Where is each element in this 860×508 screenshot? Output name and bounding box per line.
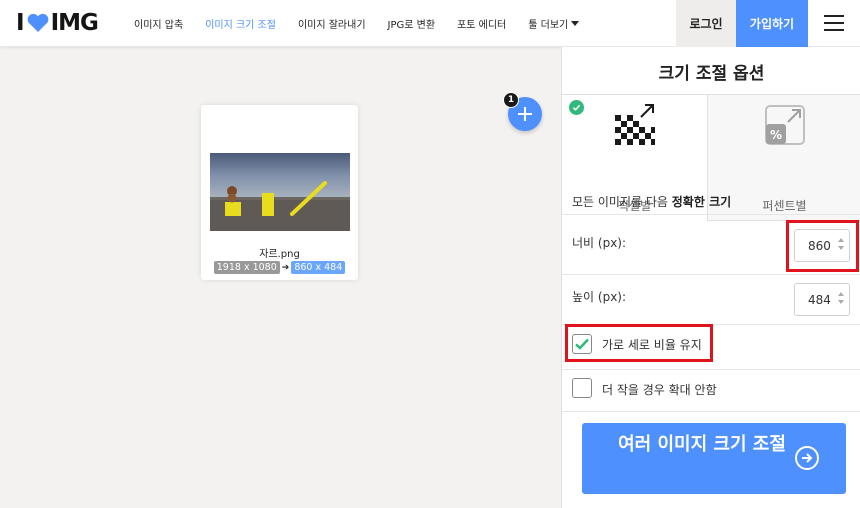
- divider: [562, 411, 860, 412]
- main-nav: 이미지 압축 이미지 크기 조절 이미지 잘라내기 JPG로 변환 포토 에디터…: [134, 0, 601, 47]
- height-input[interactable]: 484: [794, 283, 850, 316]
- nav-resize[interactable]: 이미지 크기 조절: [205, 16, 276, 31]
- divider: [562, 369, 860, 370]
- new-dimensions: 860 x 484: [291, 261, 346, 274]
- no-enlarge-label[interactable]: 더 작을 경우 확대 안함: [602, 381, 717, 398]
- nav-convert-jpg[interactable]: JPG로 변환: [388, 16, 436, 31]
- nav-more-tools[interactable]: 툴 더보기: [528, 16, 580, 31]
- options-sidebar: 크기 조절 옵션 픽셀별 % 퍼센트별 모든 이미지를 다음 정확한 크기 너비…: [561, 47, 860, 508]
- nav-photo-editor[interactable]: 포토 에디터: [457, 16, 506, 31]
- logo-text-right: IMG: [50, 10, 99, 36]
- caret-down-icon: [571, 21, 580, 26]
- resize-images-button[interactable]: 여러 이미지 크기 조절: [582, 423, 846, 494]
- highlight-width: [786, 220, 859, 272]
- top-navbar: I IMG 이미지 압축 이미지 크기 조절 이미지 잘라내기 JPG로 변환 …: [0, 0, 860, 47]
- pixel-resize-icon: [614, 104, 655, 145]
- signup-button[interactable]: 가입하기: [736, 0, 808, 47]
- divider: [562, 274, 860, 275]
- logo-text-left: I: [16, 10, 25, 36]
- hamburger-menu-icon[interactable]: [824, 15, 844, 31]
- no-enlarge-checkbox[interactable]: [572, 378, 592, 398]
- check-icon: [569, 100, 584, 115]
- dimension-change: 1918 x 1080 ➔ 860 x 484: [201, 261, 358, 274]
- file-card[interactable]: 자르.png 1918 x 1080 ➔ 860 x 484: [201, 105, 358, 280]
- sidebar-title: 크기 조절 옵션: [658, 64, 765, 84]
- image-thumbnail: [210, 153, 350, 231]
- nav-compress[interactable]: 이미지 압축: [134, 16, 183, 31]
- spinner-icon[interactable]: [838, 292, 844, 308]
- arrow-right-circle-icon: [795, 446, 819, 470]
- file-name: 자르.png: [259, 249, 300, 260]
- arrow-right-icon: ➔: [281, 262, 290, 273]
- width-label: 너비 (px):: [572, 236, 627, 250]
- heart-icon: [27, 13, 48, 32]
- cta-label: 여러 이미지 크기 조절: [618, 434, 786, 455]
- highlight-keep-ratio: [565, 324, 713, 362]
- svg-text:%: %: [769, 128, 781, 142]
- plus-icon: [518, 107, 532, 121]
- height-label: 높이 (px):: [572, 290, 627, 304]
- file-count-badge: 1: [503, 92, 519, 108]
- login-button[interactable]: 로그인: [676, 0, 736, 47]
- nav-crop[interactable]: 이미지 잘라내기: [298, 16, 366, 31]
- divider: [562, 214, 860, 215]
- section-heading: 모든 이미지를 다음 정확한 크기: [572, 195, 732, 209]
- original-dimensions: 1918 x 1080: [213, 261, 280, 274]
- logo[interactable]: I IMG: [16, 10, 99, 36]
- percent-resize-icon: %: [764, 105, 805, 145]
